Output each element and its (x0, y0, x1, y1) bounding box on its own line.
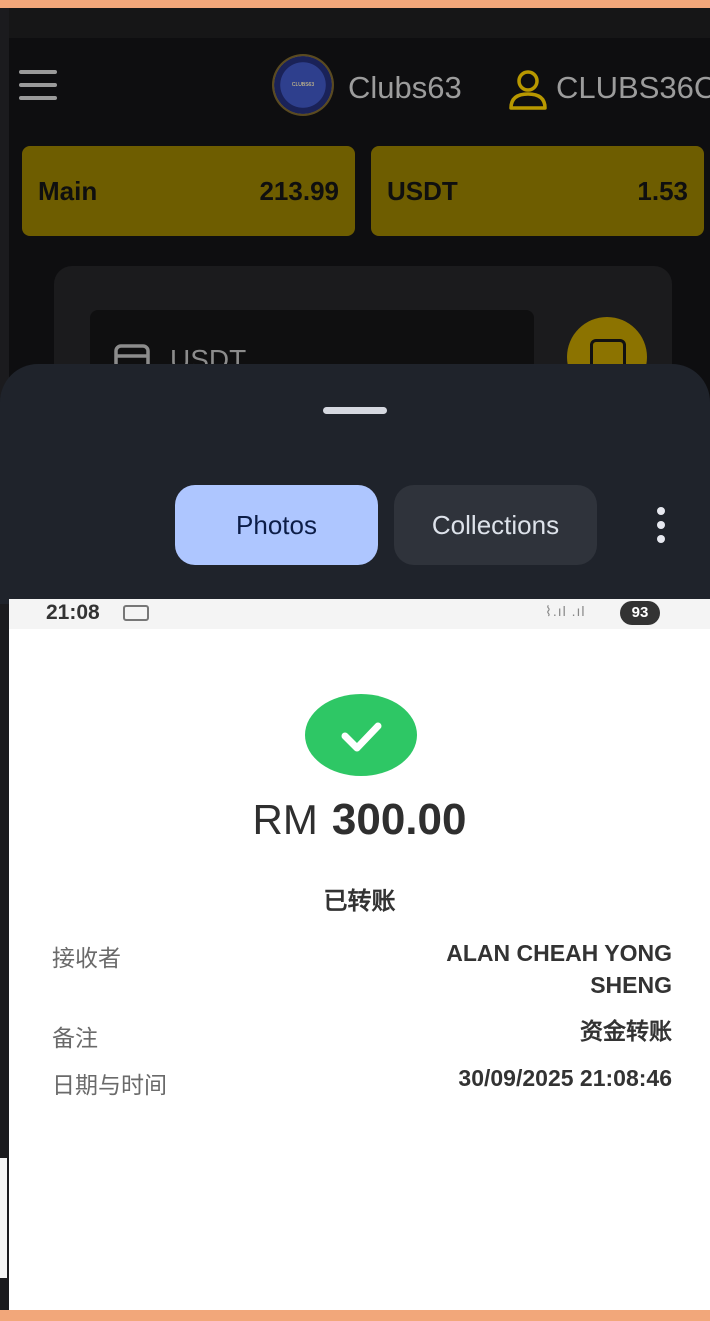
left-edge-highlight (0, 1158, 7, 1278)
menu-icon[interactable] (19, 70, 57, 104)
battery-badge: 93 (620, 601, 660, 625)
success-check-icon (305, 694, 417, 776)
user-icon[interactable] (506, 68, 550, 112)
wallet-amount: 1.53 (637, 175, 688, 206)
more-options-icon[interactable] (654, 507, 668, 547)
receipt-time: 21:08 (46, 601, 100, 624)
receipt-status-bar: 21:08 ⌇.ıl .ıl 93 (9, 599, 710, 629)
transfer-receipt-photo[interactable]: 21:08 ⌇.ıl .ıl 93 RM 300.00 已转账 接收者 ALAN … (9, 599, 710, 1310)
wallet-label: USDT (387, 175, 458, 206)
tab-collections[interactable]: Collections (394, 485, 597, 565)
datetime-label: 日期与时间 (52, 1072, 167, 1098)
recipient-label: 接收者 (52, 945, 121, 971)
datetime-value: 30/09/2025 21:08:46 (458, 1065, 672, 1091)
wallet-amount: 213.99 (259, 175, 339, 206)
signal-icon: ⌇.ıl .ıl (545, 603, 586, 619)
left-edge (0, 8, 9, 1310)
recipient-value: ALAN CHEAH YONG SHENG (446, 937, 672, 1001)
wallet-label: Main (38, 175, 98, 206)
photo-picker-sheet: Photos Collections (0, 364, 710, 604)
transfer-amount: RM 300.00 (9, 795, 710, 845)
amount-currency: RM (252, 796, 318, 843)
phone-frame: CLUBS63 Clubs63 CLUBS36C Main 213.99 USD… (0, 8, 710, 1310)
message-icon (123, 605, 149, 621)
main-wallet-card[interactable]: Main 213.99 (22, 146, 355, 236)
remark-label: 备注 (52, 1025, 98, 1051)
site-name: Clubs63 (348, 70, 462, 105)
amount-value: 300.00 (331, 795, 467, 844)
drag-handle[interactable] (323, 407, 387, 414)
top-status-band (9, 8, 710, 38)
recipient-line: SHENG (590, 972, 672, 998)
tab-photos[interactable]: Photos (175, 485, 378, 565)
transfer-status: 已转账 (323, 888, 396, 915)
remark-value: 资金转账 (580, 1018, 672, 1044)
site-logo: CLUBS63 (274, 56, 332, 114)
usdt-wallet-card[interactable]: USDT 1.53 (371, 146, 704, 236)
recipient-line: ALAN CHEAH YONG (446, 940, 672, 966)
username[interactable]: CLUBS36C (556, 70, 710, 106)
